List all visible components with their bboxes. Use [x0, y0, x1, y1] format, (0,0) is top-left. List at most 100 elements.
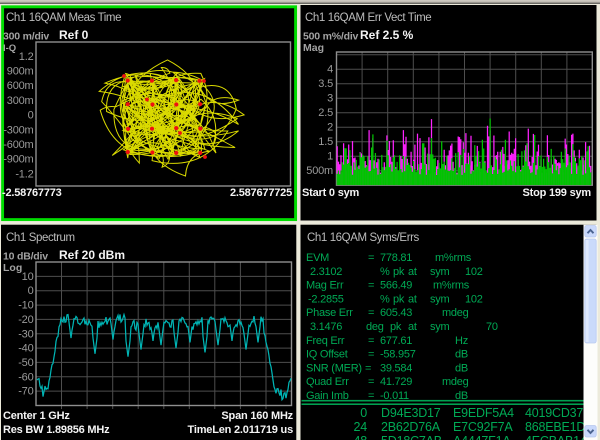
- svg-text:SNR (MER): SNR (MER): [306, 362, 362, 374]
- svg-text:41.729: 41.729: [380, 376, 412, 388]
- svg-text:-40: -40: [18, 343, 33, 355]
- svg-text:Quad Err: Quad Err: [306, 376, 349, 388]
- svg-text:Stop 199 sym: Stop 199 sym: [522, 187, 591, 199]
- svg-text:-1.2: -1.2: [15, 168, 33, 180]
- svg-text:Ref 20 dBm: Ref 20 dBm: [59, 248, 125, 262]
- svg-text:pk: pk: [393, 266, 405, 278]
- svg-text:778.81: 778.81: [380, 252, 412, 264]
- svg-text:-20: -20: [18, 314, 33, 326]
- svg-text:3: 3: [327, 93, 333, 105]
- svg-text:2.3102: 2.3102: [310, 266, 342, 278]
- svg-text:605.43: 605.43: [380, 307, 412, 319]
- svg-text:Phase Err: Phase Err: [306, 307, 353, 319]
- svg-text:0: 0: [360, 406, 367, 420]
- svg-text:=: =: [368, 376, 374, 388]
- svg-text:Ch1 16QAM Err Vect Time: Ch1 16QAM Err Vect Time: [305, 12, 431, 24]
- svg-text:Start 0 sym: Start 0 sym: [302, 187, 360, 199]
- svg-text:868EBE1D: 868EBE1D: [525, 420, 585, 434]
- svg-text:Ch1 Spectrum: Ch1 Spectrum: [6, 232, 75, 244]
- svg-text:-0.011: -0.011: [380, 390, 409, 402]
- svg-text:3.5: 3.5: [318, 78, 333, 90]
- svg-text:IQ Offset: IQ Offset: [306, 349, 348, 361]
- svg-text:Freq Err: Freq Err: [306, 335, 345, 347]
- svg-text:=: =: [368, 307, 374, 319]
- svg-text:-70: -70: [18, 386, 33, 398]
- svg-text:sym: sym: [430, 293, 450, 305]
- svg-text:sym: sym: [430, 266, 450, 278]
- svg-text:%: %: [380, 293, 390, 305]
- svg-text:=: =: [368, 280, 374, 292]
- svg-text:48: 48: [353, 434, 367, 440]
- svg-text:EVM: EVM: [306, 252, 329, 264]
- svg-text:4019CD37: 4019CD37: [525, 406, 583, 420]
- svg-text:%: %: [380, 266, 390, 278]
- svg-text:500m: 500m: [306, 165, 333, 177]
- svg-text:2.5: 2.5: [318, 107, 333, 119]
- svg-text:102: 102: [465, 293, 483, 305]
- svg-text:mdeg: mdeg: [442, 307, 469, 319]
- svg-text:0: 0: [28, 110, 34, 122]
- svg-text:-50: -50: [18, 357, 33, 369]
- svg-text:m%rms: m%rms: [435, 252, 472, 264]
- svg-text:677.61: 677.61: [380, 335, 412, 347]
- svg-text:pk: pk: [390, 321, 402, 333]
- svg-text:1: 1: [327, 151, 333, 163]
- svg-text:5D18C7AB: 5D18C7AB: [381, 434, 442, 440]
- svg-text:4: 4: [327, 64, 333, 76]
- svg-text:Span 160 MHz: Span 160 MHz: [221, 410, 293, 422]
- svg-text:dB: dB: [455, 362, 468, 374]
- svg-text:dB: dB: [455, 390, 468, 402]
- svg-text:=: =: [368, 335, 374, 347]
- svg-text:39.584: 39.584: [380, 362, 412, 374]
- svg-text:300m: 300m: [7, 95, 34, 107]
- svg-text:Ref 0: Ref 0: [59, 28, 89, 42]
- svg-text:at: at: [408, 293, 417, 305]
- svg-text:566.49: 566.49: [380, 280, 412, 292]
- svg-text:4ECBAB14: 4ECBAB14: [525, 434, 587, 440]
- svg-text:E7C92F7A: E7C92F7A: [453, 420, 513, 434]
- svg-text:mdeg: mdeg: [442, 376, 469, 388]
- svg-text:Gain Imb: Gain Imb: [306, 390, 349, 402]
- svg-text:=: =: [368, 349, 374, 361]
- svg-text:500 m%/div: 500 m%/div: [303, 31, 359, 43]
- svg-text:102: 102: [465, 266, 483, 278]
- svg-text:0: 0: [28, 285, 34, 297]
- svg-text:70: 70: [486, 321, 498, 333]
- svg-text:=: =: [368, 252, 374, 264]
- svg-text:Mag: Mag: [303, 42, 324, 54]
- svg-text:Mag Err: Mag Err: [306, 280, 344, 292]
- svg-text:10: 10: [22, 271, 34, 283]
- svg-text:-30: -30: [18, 328, 33, 340]
- svg-text:at: at: [408, 321, 417, 333]
- svg-text:2B62D76A: 2B62D76A: [381, 420, 441, 434]
- svg-text:-10: -10: [18, 300, 33, 312]
- svg-text:-60: -60: [18, 371, 33, 383]
- svg-text:TimeLen 2.011719 us: TimeLen 2.011719 us: [188, 424, 294, 436]
- svg-text:E9EDF5A4: E9EDF5A4: [453, 406, 514, 420]
- svg-text:Hz: Hz: [455, 335, 468, 347]
- svg-text:-600m: -600m: [3, 139, 33, 151]
- svg-text:600m: 600m: [7, 80, 34, 92]
- svg-text:900m: 900m: [7, 66, 34, 78]
- svg-text:Ch1 16QAM Syms/Errs: Ch1 16QAM Syms/Errs: [307, 232, 420, 244]
- svg-text:=: =: [365, 362, 371, 374]
- svg-text:m%rms: m%rms: [433, 280, 470, 292]
- svg-text:3.1476: 3.1476: [310, 321, 342, 333]
- svg-text:Log: Log: [3, 262, 22, 274]
- svg-text:1.5: 1.5: [318, 136, 333, 148]
- svg-text:-2.58767773: -2.58767773: [2, 187, 62, 199]
- svg-text:pk: pk: [393, 293, 405, 305]
- svg-text:dB: dB: [455, 349, 468, 361]
- svg-text:Res BW 1.89856 MHz: Res BW 1.89856 MHz: [3, 424, 110, 436]
- svg-text:-900m: -900m: [3, 154, 33, 166]
- svg-text:D94E3D17: D94E3D17: [381, 406, 441, 420]
- svg-text:I-Q: I-Q: [3, 43, 16, 54]
- svg-text:-2.2855: -2.2855: [308, 293, 344, 305]
- svg-text:Center 1 GHz: Center 1 GHz: [3, 410, 70, 422]
- svg-text:2: 2: [327, 122, 333, 134]
- svg-text:Ch1 16QAM Meas Time: Ch1 16QAM Meas Time: [6, 12, 121, 24]
- svg-text:24: 24: [353, 420, 367, 434]
- svg-text:=: =: [368, 390, 374, 402]
- svg-text:Ref 2.5 %: Ref 2.5 %: [360, 28, 414, 42]
- svg-text:1.2: 1.2: [19, 51, 34, 63]
